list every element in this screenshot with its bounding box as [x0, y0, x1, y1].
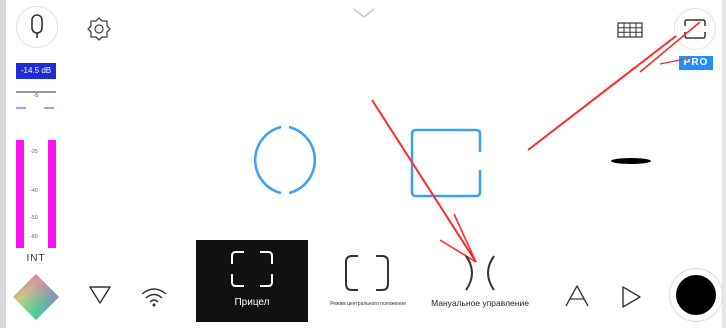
record-button[interactable]	[669, 268, 723, 322]
target-mode-icon	[231, 251, 273, 287]
color-wheel-icon[interactable]	[11, 272, 61, 322]
center-mode-icon	[345, 255, 389, 291]
mode-center-button[interactable]: Режим центрального положения	[312, 240, 424, 322]
wifi-icon[interactable]	[140, 286, 168, 308]
mode-label: Режим центрального положения	[330, 301, 406, 307]
text-icon[interactable]	[564, 284, 590, 308]
mode-label: Прицел	[234, 297, 270, 308]
mode-label: Мануальное управление	[431, 298, 529, 308]
record-indicator	[676, 275, 716, 315]
mode-manual-button[interactable]: Мануальное управление	[424, 240, 536, 322]
play-icon[interactable]	[620, 284, 642, 310]
manual-mode-icon	[465, 255, 495, 291]
mode-target-button[interactable]: Прицел	[196, 240, 308, 322]
gesture-icon[interactable]	[88, 285, 112, 305]
